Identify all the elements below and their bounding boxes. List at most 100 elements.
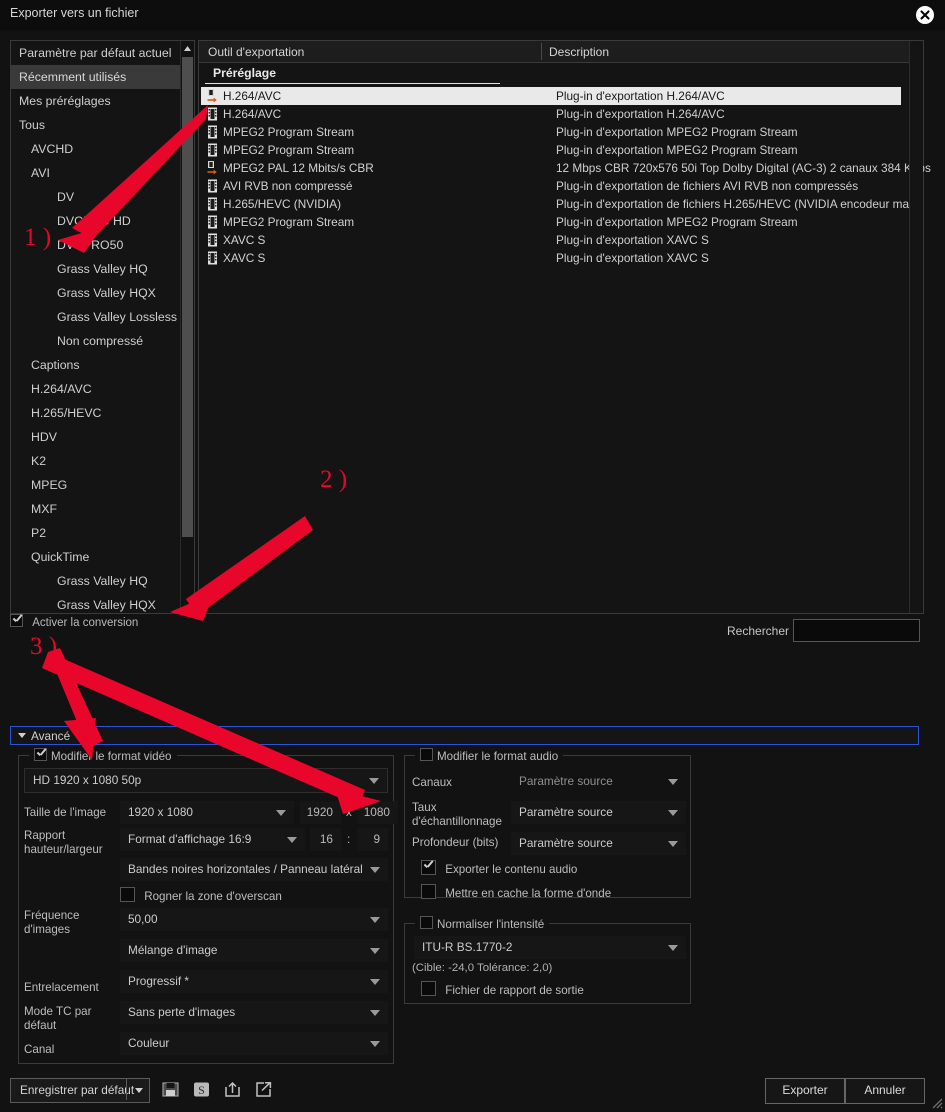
frame-rate-label: Fréquence d'images xyxy=(24,909,80,936)
audio-format-group-label: Modifier le format audio xyxy=(437,750,559,763)
sidebar-item[interactable]: AVCHD xyxy=(11,137,181,161)
interlacing-dropdown[interactable]: Progressif * xyxy=(120,970,388,993)
frame-width-field[interactable]: 1920 xyxy=(300,801,341,824)
video-format-group-title[interactable]: Modifier le format vidéo xyxy=(29,748,177,763)
aspect-width-field[interactable]: 16 xyxy=(310,828,341,851)
resize-grip-icon[interactable] xyxy=(929,1095,943,1109)
sidebar-item[interactable]: MXF xyxy=(11,497,181,521)
channel-dropdown[interactable]: Couleur xyxy=(120,1032,388,1055)
letterbox-dropdown[interactable]: Bandes noires horizontales / Panneau lat… xyxy=(120,858,388,881)
preset-row-name: H.265/HEVC (NVIDIA) xyxy=(223,197,341,211)
video-preset-dropdown[interactable]: HD 1920 x 1080 50p xyxy=(24,768,388,793)
save-default-button[interactable]: Enregistrer par défaut xyxy=(10,1078,150,1103)
frame-size-label: Taille de l'image xyxy=(24,806,107,819)
frame-height-field[interactable]: 1080 xyxy=(357,801,398,824)
cancel-button[interactable]: Annuler xyxy=(845,1078,925,1104)
checkbox-box xyxy=(420,916,433,929)
chevron-down-icon xyxy=(287,837,297,843)
export-button[interactable]: Exporter xyxy=(765,1078,845,1104)
enable-conversion-checkbox[interactable]: Activer la conversion xyxy=(10,614,193,632)
sidebar-item[interactable]: Grass Valley HQX xyxy=(11,281,181,305)
preset-row-description: Plug-in d'exportation MPEG2 Program Stre… xyxy=(556,143,798,157)
checkbox-box xyxy=(34,748,47,761)
column-divider[interactable] xyxy=(541,43,542,60)
sidebar-item[interactable]: Tous xyxy=(11,113,181,137)
audio-format-group-title[interactable]: Modifier le format audio xyxy=(415,748,564,763)
bit-depth-dropdown[interactable]: Paramètre source xyxy=(511,832,686,855)
preset-row[interactable]: XAVC S Plug-in d'exportation XAVC S xyxy=(201,249,901,267)
tc-mode-dropdown[interactable]: Sans perte d'images xyxy=(120,1001,388,1024)
sample-rate-dropdown[interactable]: Paramètre source xyxy=(511,801,686,824)
tree-scrollbar-thumb[interactable] xyxy=(182,57,193,537)
sidebar-item[interactable]: Grass Valley HQ xyxy=(11,257,181,281)
frame-size-dropdown[interactable]: 1920 x 1080 xyxy=(120,801,294,824)
subheader-underline xyxy=(205,83,500,84)
normalize-standard-dropdown[interactable]: ITU-R BS.1770-2 xyxy=(414,936,686,959)
sidebar-item[interactable]: Grass Valley HQ xyxy=(11,569,181,593)
aspect-ratio-dropdown[interactable]: Format d'affichage 16:9 xyxy=(120,828,305,851)
export-arrow-icon[interactable] xyxy=(254,1080,273,1099)
preset-category-tree[interactable]: Paramètre par défaut actuel Récemment uti… xyxy=(10,40,195,614)
preset-row-description: Plug-in d'exportation de fichiers H.265/… xyxy=(556,197,921,211)
chevron-down-icon[interactable] xyxy=(135,1088,143,1093)
scroll-up-icon[interactable] xyxy=(182,43,193,54)
chevron-down-icon xyxy=(668,841,678,847)
export-audio-checkbox[interactable]: Exporter le contenu audio xyxy=(421,860,577,876)
search-input[interactable] xyxy=(794,620,919,641)
sidebar-item[interactable]: AVI xyxy=(11,161,181,185)
cache-waveform-checkbox[interactable]: Mettre en cache la forme d'onde xyxy=(421,884,611,900)
frame-blend-dropdown[interactable]: Mélange d'image xyxy=(120,939,388,962)
sidebar-item[interactable]: H.264/AVC xyxy=(11,377,181,401)
sidebar-item[interactable]: DV xyxy=(11,185,181,209)
sidebar-item[interactable]: K2 xyxy=(11,449,181,473)
sidebar-item[interactable]: MPEG xyxy=(11,473,181,497)
sidebar-item[interactable]: HDV xyxy=(11,425,181,449)
preset-row[interactable]: MPEG2 Program Stream Plug-in d'exportatio… xyxy=(201,213,901,231)
sidebar-item[interactable]: Non compressé xyxy=(11,329,181,353)
preset-row[interactable]: H.264/AVC Plug-in d'exportation H.264/AVC xyxy=(201,87,901,105)
frame-rate-dropdown[interactable]: 50,00 xyxy=(120,908,388,931)
preset-list-panel[interactable]: Outil d'exportation Description Prérégla… xyxy=(198,40,931,614)
sidebar-item[interactable]: QuickTime xyxy=(11,545,181,569)
preset-row[interactable]: AVI RVB non compressé Plug-in d'exportati… xyxy=(201,177,901,195)
dialog-titlebar: Exporter vers un fichier xyxy=(0,0,945,30)
preset-row-name: MPEG2 Program Stream xyxy=(223,143,355,157)
preset-row[interactable]: MPEG2 Program Stream Plug-in d'exportatio… xyxy=(201,141,901,159)
advanced-section-header[interactable]: Avancé xyxy=(10,726,919,745)
sidebar-item[interactable]: H.265/HEVC xyxy=(11,401,181,425)
aspect-height-field[interactable]: 9 xyxy=(357,828,388,851)
search-box[interactable] xyxy=(793,619,920,642)
close-icon[interactable] xyxy=(914,4,936,26)
sidebar-item-label: Grass Valley HQX xyxy=(57,286,156,300)
sidebar-item[interactable]: Grass Valley HQX xyxy=(11,593,181,613)
tree-scrollbar[interactable] xyxy=(180,41,194,613)
preset-list-scrollbar[interactable] xyxy=(909,41,923,613)
sidebar-item-label: DVCPRO50 xyxy=(57,238,124,252)
sidebar-item[interactable]: Captions xyxy=(11,353,181,377)
preset-row[interactable]: MPEG2 Program Stream Plug-in d'exportatio… xyxy=(201,123,901,141)
channels-dropdown[interactable]: Paramètre source xyxy=(511,770,686,793)
channel-value: Couleur xyxy=(128,1036,170,1050)
aspect-ratio-value: Format d'affichage 16:9 xyxy=(128,832,252,846)
normalize-group-title[interactable]: Normaliser l'intensité xyxy=(415,916,550,931)
save-disk-icon[interactable] xyxy=(161,1080,180,1099)
overscan-checkbox[interactable]: Rogner la zone d'overscan xyxy=(120,887,282,903)
preset-row-description: Plug-in d'exportation XAVC S xyxy=(556,251,709,265)
preset-row[interactable]: XAVC S Plug-in d'exportation XAVC S xyxy=(201,231,901,249)
shotcut-badge-icon[interactable]: S xyxy=(192,1080,211,1099)
sidebar-item[interactable]: P2 xyxy=(11,521,181,545)
sidebar-item-label: Paramètre par défaut actuel xyxy=(19,46,172,60)
report-file-checkbox[interactable]: Fichier de rapport de sortie xyxy=(421,981,584,997)
preset-row[interactable]: H.264/AVC Plug-in d'exportation H.264/AVC xyxy=(201,105,901,123)
sidebar-item[interactable]: Paramètre par défaut actuel xyxy=(11,41,181,65)
sidebar-item-label: Grass Valley HQX xyxy=(57,598,156,612)
save-default-label: Enregistrer par défaut xyxy=(20,1083,135,1097)
import-arrow-icon[interactable] xyxy=(223,1080,242,1099)
preset-row[interactable]: H.265/HEVC (NVIDIA) Plug-in d'exportation… xyxy=(201,195,921,213)
sidebar-item-label: Grass Valley HQ xyxy=(57,574,148,588)
sidebar-item[interactable]: Récemment utilisés xyxy=(11,65,181,89)
preset-row[interactable]: MPEG2 PAL 12 Mbits/s CBR 12 Mbps CBR 720x… xyxy=(201,159,931,177)
sidebar-item[interactable]: Grass Valley Lossless xyxy=(11,305,181,329)
sidebar-item[interactable]: Mes préréglages xyxy=(11,89,181,113)
bit-depth-value: Paramètre source xyxy=(519,836,613,850)
